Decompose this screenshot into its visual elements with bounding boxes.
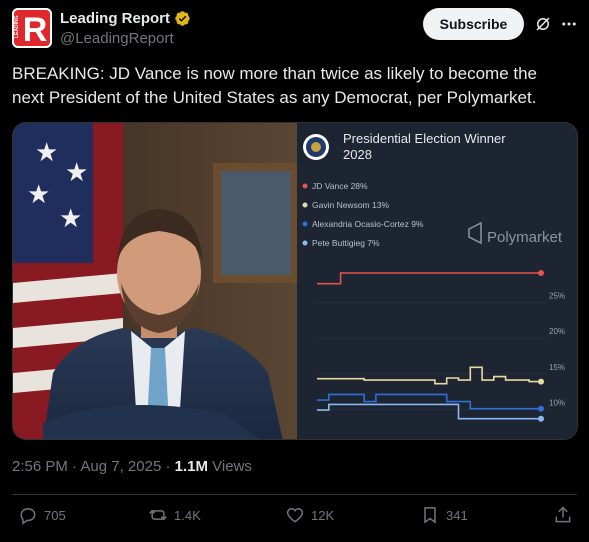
avatar[interactable]: R LEADING bbox=[12, 8, 52, 48]
series-end-point bbox=[538, 270, 544, 276]
more-options-icon[interactable] bbox=[560, 15, 578, 33]
polymarket-logo: Polymarket bbox=[468, 221, 563, 246]
tweet-media[interactable]: ★ ★ ★ ★ Presidential Election Winner 202… bbox=[12, 122, 578, 440]
legend-dot bbox=[302, 202, 308, 208]
share-icon bbox=[555, 506, 571, 523]
legend-item: Pete Buttigieg 7% bbox=[312, 238, 380, 248]
legend-item: JD Vance 28% bbox=[312, 181, 368, 191]
like-button[interactable]: 12K bbox=[285, 505, 334, 525]
subscribe-button[interactable]: Subscribe bbox=[423, 8, 524, 40]
series-line bbox=[317, 403, 541, 420]
tweet-header: R LEADING Leading Report @LeadingReport … bbox=[12, 8, 577, 48]
tweet-text: BREAKING: JD Vance is now more than twic… bbox=[12, 64, 538, 107]
chart-brand: Polymarket bbox=[487, 229, 563, 246]
y-tick-label: 20% bbox=[549, 327, 565, 336]
y-tick-label: 10% bbox=[549, 399, 565, 408]
chart-title: Presidential Election Winner bbox=[343, 131, 506, 146]
reply-button[interactable]: 705 bbox=[18, 505, 66, 525]
tweet-date: Aug 7, 2025 bbox=[80, 458, 162, 475]
svg-text:★: ★ bbox=[27, 180, 50, 210]
svg-text:★: ★ bbox=[59, 204, 82, 234]
like-count: 12K bbox=[311, 507, 335, 523]
separator: · bbox=[165, 458, 171, 475]
repost-count: 1.4K bbox=[174, 507, 201, 523]
portrait-photo: ★ ★ ★ ★ bbox=[13, 123, 297, 439]
action-bar: 705 1.4K 12K 341 bbox=[0, 505, 589, 535]
svg-text:★: ★ bbox=[65, 158, 88, 188]
share-button[interactable] bbox=[553, 505, 573, 525]
y-tick-label: 15% bbox=[549, 363, 565, 372]
bookmark-icon bbox=[424, 507, 436, 524]
tweet-time: 2:56 PM bbox=[12, 458, 68, 475]
series-end-point bbox=[538, 405, 544, 412]
chart-title-line2: 2028 bbox=[343, 147, 372, 162]
verified-badge-icon[interactable] bbox=[174, 10, 191, 27]
election-chart: Presidential Election Winner 2028 JD Van… bbox=[297, 123, 577, 439]
bookmark-count: 341 bbox=[446, 507, 468, 523]
repost-button[interactable]: 1.4K bbox=[148, 505, 201, 525]
logo-side-text: LEADING bbox=[14, 15, 20, 38]
reply-count: 705 bbox=[44, 507, 66, 523]
legend-dot bbox=[302, 221, 308, 227]
series-end-point bbox=[538, 378, 544, 385]
author-handle[interactable]: @LeadingReport bbox=[60, 30, 174, 47]
grok-icon[interactable] bbox=[534, 15, 552, 33]
legend-dot bbox=[302, 183, 308, 189]
divider bbox=[12, 494, 577, 495]
tweet-timestamp[interactable]: 2:56 PM · Aug 7, 2025 · 1.1M Views bbox=[12, 458, 252, 475]
author-name[interactable]: Leading Report bbox=[60, 10, 170, 27]
reply-icon bbox=[20, 507, 36, 525]
legend-item: Alexandria Ocasio-Cortez 9% bbox=[312, 219, 424, 229]
logo-letter: R bbox=[23, 11, 48, 48]
views-count: 1.1M bbox=[174, 458, 208, 475]
series-line bbox=[317, 393, 541, 410]
legend-item: Gavin Newsom 13% bbox=[312, 200, 389, 210]
series-line bbox=[317, 366, 541, 385]
views-label: Views bbox=[212, 458, 252, 475]
bookmark-button[interactable]: 341 bbox=[420, 505, 468, 525]
series-end-point bbox=[538, 415, 544, 422]
author-name-row: Leading Report bbox=[60, 10, 191, 27]
series-line bbox=[317, 272, 541, 285]
separator: · bbox=[72, 458, 78, 475]
y-tick-label: 25% bbox=[549, 291, 565, 300]
svg-text:★: ★ bbox=[35, 138, 58, 168]
repost-icon bbox=[149, 509, 167, 521]
heart-icon bbox=[286, 507, 304, 523]
legend-dot bbox=[302, 240, 308, 246]
